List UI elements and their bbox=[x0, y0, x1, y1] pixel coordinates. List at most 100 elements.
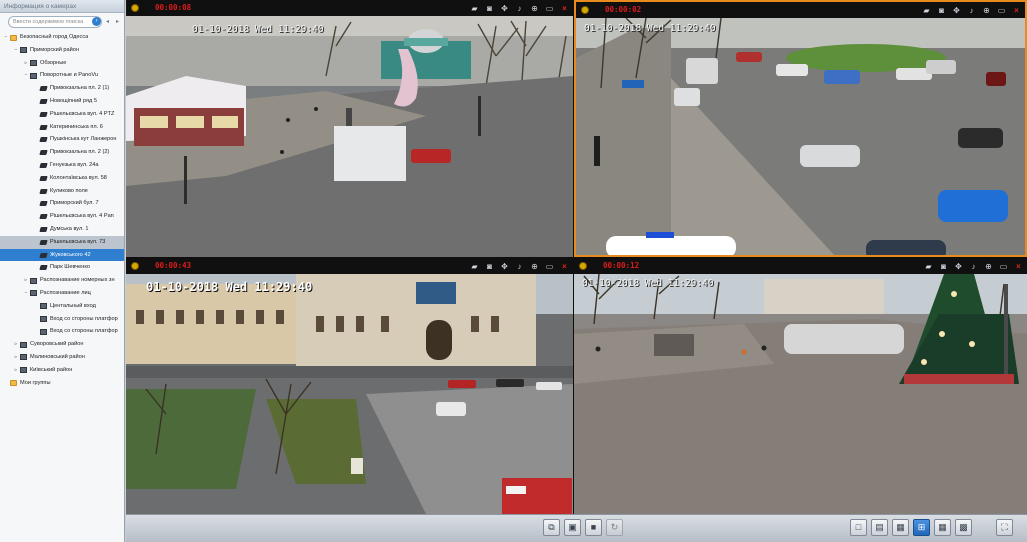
tree-node[interactable]: Парк Шевченко bbox=[0, 261, 124, 274]
tree-node[interactable]: Рішельєвська вул. 4 Pan bbox=[0, 210, 124, 223]
expand-icon[interactable]: ▹ bbox=[13, 351, 19, 364]
tree-node[interactable]: Вход со стороны платфор bbox=[0, 313, 124, 326]
camera-icon bbox=[39, 252, 48, 258]
tree-node[interactable]: − Распознавание лиц bbox=[0, 287, 124, 300]
camera-feed[interactable]: 01-10-2018 Wed 11:29:40 bbox=[574, 274, 1027, 514]
tree-node[interactable]: − Приморский район bbox=[0, 44, 124, 57]
audio-icon[interactable]: ♪ bbox=[515, 4, 524, 13]
layout-2-icon[interactable]: ▤ bbox=[871, 519, 888, 536]
group-icon bbox=[20, 354, 27, 361]
expand-icon[interactable]: ▹ bbox=[23, 57, 29, 70]
camera-feed[interactable]: 01-10-2018 Wed 11:29:40 bbox=[126, 274, 573, 514]
capture-icon[interactable]: ▣ bbox=[564, 519, 581, 536]
snapshot-icon[interactable]: ◙ bbox=[939, 262, 948, 271]
stream-icon[interactable]: ▭ bbox=[997, 6, 1006, 15]
zoom-icon[interactable]: ⊕ bbox=[982, 6, 991, 15]
recording-indicator-icon bbox=[581, 6, 589, 14]
record-icon[interactable]: ▰ bbox=[922, 6, 931, 15]
tree-node[interactable]: Рішельєвська вул. 73 bbox=[0, 235, 124, 249]
collapse-icon[interactable]: − bbox=[23, 69, 29, 82]
close-icon[interactable]: × bbox=[1014, 262, 1023, 271]
tree-node[interactable]: ▹ Распознавание номерных зн bbox=[0, 274, 124, 287]
stream-icon[interactable]: ▭ bbox=[545, 262, 554, 271]
expand-icon[interactable]: ▹ bbox=[13, 338, 19, 351]
tree-node[interactable]: Привокзальна пл. 2 (1) bbox=[0, 82, 124, 95]
close-icon[interactable]: × bbox=[1012, 6, 1021, 15]
layout-16-icon[interactable]: ▩ bbox=[955, 519, 972, 536]
snapshot-icon[interactable]: ◙ bbox=[937, 6, 946, 15]
stream-icon[interactable]: ▭ bbox=[999, 262, 1008, 271]
tree-node[interactable]: − Безопасный город Одесса bbox=[0, 31, 124, 44]
tree-node[interactable]: ▹ Суворовський район bbox=[0, 338, 124, 351]
collapse-icon[interactable]: − bbox=[3, 31, 9, 44]
group-icon bbox=[20, 47, 27, 54]
search-input[interactable]: Ввести содержимое поиска bbox=[8, 16, 102, 28]
video-cell-4[interactable]: 00:00:12 ▰ ◙ ✥ ♪ ⊕ ▭ × 01-10-2018 Wed 11… bbox=[574, 258, 1027, 514]
audio-icon[interactable]: ♪ bbox=[515, 262, 524, 271]
audio-icon[interactable]: ♪ bbox=[969, 262, 978, 271]
camera-feed[interactable]: 01-10-2018 Wed 11:29:40 bbox=[126, 16, 573, 257]
tree-node[interactable]: ▹ Малиновський район bbox=[0, 351, 124, 364]
tree-node[interactable]: ▹ Обзорные bbox=[0, 57, 124, 70]
recording-time: 00:00:02 bbox=[605, 5, 642, 14]
tree-node[interactable]: Катерининська пл. 6 bbox=[0, 121, 124, 134]
tree-node[interactable]: Вход со стороны платфор bbox=[0, 325, 124, 338]
camera-feed[interactable]: 01-10-2018 Wed 11:29:40 bbox=[576, 18, 1025, 255]
tree-node[interactable]: Центальный вход bbox=[0, 300, 124, 313]
tree-node[interactable]: Рішельєвська вул. 4 PTZ bbox=[0, 108, 124, 121]
stream-icon[interactable]: ▭ bbox=[545, 4, 554, 13]
tree-node-label: Рішельєвська вул. 4 Pan bbox=[50, 213, 114, 220]
tree-node[interactable]: Думська вул. 1 bbox=[0, 223, 124, 236]
layout-9-icon[interactable]: ▦ bbox=[934, 519, 951, 536]
tree-node[interactable]: Куликово поле bbox=[0, 185, 124, 198]
zoom-icon[interactable]: ⊕ bbox=[530, 4, 539, 13]
tile-windows-icon[interactable]: ⧉ bbox=[543, 519, 560, 536]
tree-node[interactable]: Генуезька вул. 24а bbox=[0, 159, 124, 172]
search-go-button[interactable]: › bbox=[92, 17, 101, 26]
video-cell-1[interactable]: 00:00:08 ▰ ◙ ✥ ♪ ⊕ ▭ × 01-10-2018 Wed 11… bbox=[126, 0, 573, 257]
next-arrow-icon[interactable]: ▸ bbox=[113, 17, 122, 27]
snapshot-icon[interactable]: ◙ bbox=[485, 4, 494, 13]
zoom-icon[interactable]: ⊕ bbox=[530, 262, 539, 271]
refresh-icon[interactable]: ↻ bbox=[606, 519, 623, 536]
recording-indicator-icon bbox=[131, 262, 139, 270]
video-cell-3[interactable]: 00:00:43 ▰ ◙ ✥ ♪ ⊕ ▭ × 01-10-2018 Wed 11… bbox=[126, 258, 573, 514]
layout-4-icon[interactable]: ⊞ bbox=[913, 519, 930, 536]
tree-node-label: Поворотные и PanoVu bbox=[40, 72, 98, 79]
tree-node[interactable]: ▹ Київський район bbox=[0, 364, 124, 377]
tree-node[interactable]: Пушкінська кут Ланжерон bbox=[0, 133, 124, 146]
tree-node[interactable]: − Поворотные и PanoVu bbox=[0, 69, 124, 82]
tree-node-label: Куликово поле bbox=[50, 187, 88, 194]
record-all-icon[interactable]: ■ bbox=[585, 519, 602, 536]
record-icon[interactable]: ▰ bbox=[924, 262, 933, 271]
ptz-icon[interactable]: ✥ bbox=[954, 262, 963, 271]
layout-1-icon[interactable]: □ bbox=[850, 519, 867, 536]
tree-node-label: Мои группы bbox=[20, 379, 51, 386]
tree-node[interactable]: Жуковського 42 bbox=[0, 248, 124, 262]
ptz-icon[interactable]: ✥ bbox=[500, 4, 509, 13]
tree-node[interactable]: Колонтаївська вул. 58 bbox=[0, 172, 124, 185]
ptz-icon[interactable]: ✥ bbox=[952, 6, 961, 15]
collapse-icon[interactable]: − bbox=[13, 44, 19, 57]
record-icon[interactable]: ▰ bbox=[470, 262, 479, 271]
expand-icon[interactable]: ▹ bbox=[13, 364, 19, 377]
zoom-icon[interactable]: ⊕ bbox=[984, 262, 993, 271]
prev-arrow-icon[interactable]: ◂ bbox=[103, 17, 112, 27]
collapse-icon[interactable]: − bbox=[23, 287, 29, 300]
ptz-icon[interactable]: ✥ bbox=[500, 262, 509, 271]
audio-icon[interactable]: ♪ bbox=[967, 6, 976, 15]
snapshot-icon[interactable]: ◙ bbox=[485, 262, 494, 271]
tree-node[interactable]: Привокзальна пл. 2 (2) bbox=[0, 146, 124, 159]
group-icon bbox=[20, 341, 27, 348]
tree-node[interactable]: Приморский бул. 7 bbox=[0, 197, 124, 210]
close-icon[interactable]: × bbox=[560, 4, 569, 13]
tree-node[interactable]: Мои группы bbox=[0, 377, 124, 390]
video-cell-2[interactable]: 00:00:02 ▰ ◙ ✥ ♪ ⊕ ▭ × 01-10-2018 Wed 11… bbox=[574, 0, 1027, 257]
layout-3-icon[interactable]: ▦ bbox=[892, 519, 909, 536]
tree-node[interactable]: Новощіпний ряд 5 bbox=[0, 95, 124, 108]
record-icon[interactable]: ▰ bbox=[470, 4, 479, 13]
tree-node-label: Вход со стороны платфор bbox=[50, 328, 118, 335]
expand-icon[interactable]: ▹ bbox=[23, 274, 29, 287]
close-icon[interactable]: × bbox=[560, 262, 569, 271]
fullscreen-icon[interactable]: ⛶ bbox=[996, 519, 1013, 536]
